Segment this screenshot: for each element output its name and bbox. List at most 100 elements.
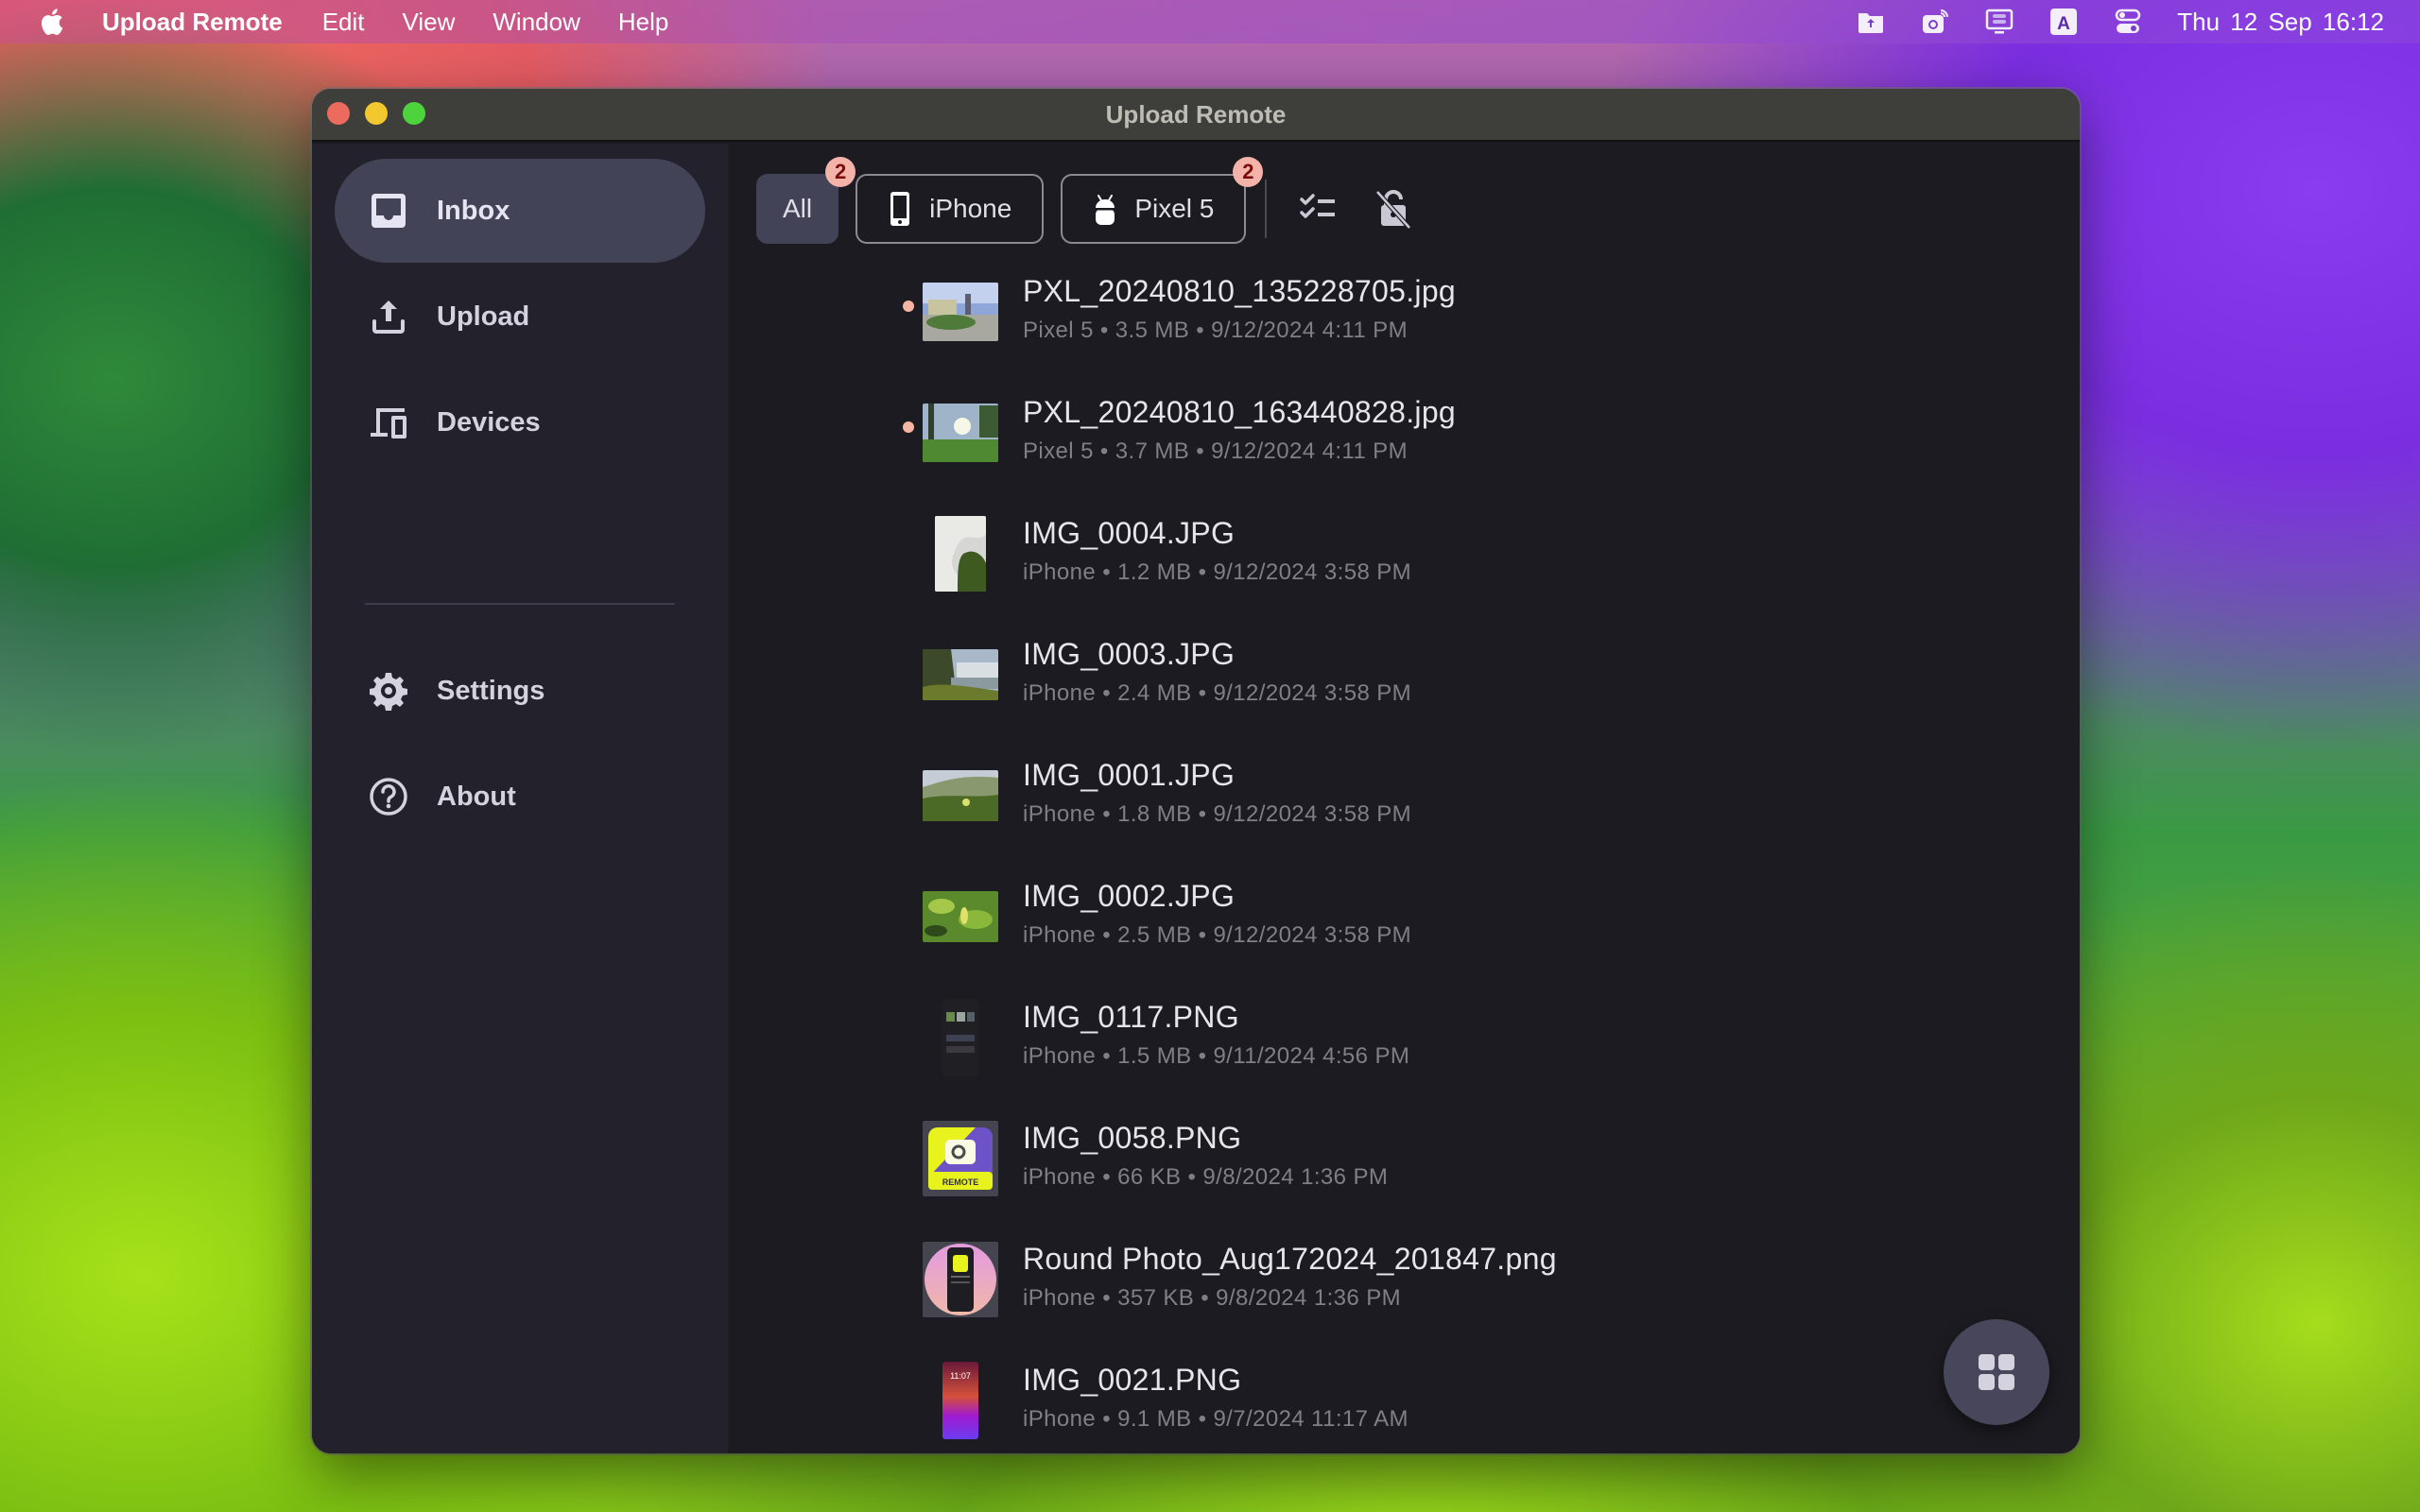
file-name: IMG_0004.JPG <box>1023 516 1236 550</box>
sidebar-item-label: Settings <box>437 675 545 706</box>
window-controls <box>327 102 425 125</box>
file-meta: iPhone • 1.5 MB • 9/11/2024 4:56 PM <box>1023 1043 1410 1069</box>
file-meta: iPhone • 9.1 MB • 9/7/2024 11:17 AM <box>1023 1406 1409 1432</box>
file-row[interactable]: PXL_20240810_163440828.jpg Pixel 5 • 3.7… <box>728 386 2080 507</box>
display-icon[interactable] <box>1982 8 2016 36</box>
apple-logo-icon[interactable] <box>38 7 64 37</box>
file-thumbnail <box>921 1240 1000 1319</box>
input-source-icon[interactable]: A <box>2047 8 2081 36</box>
file-meta: iPhone • 1.8 MB • 9/12/2024 3:58 PM <box>1023 801 1412 827</box>
title-bar[interactable]: Upload Remote <box>312 89 2080 142</box>
sidebar-divider <box>365 603 675 605</box>
grid-view-button[interactable] <box>1944 1319 2049 1425</box>
file-name: PXL_20240810_163440828.jpg <box>1023 395 1457 429</box>
unread-count-badge: 2 <box>1233 157 1264 187</box>
filter-chip-label: Pixel 5 <box>1134 194 1215 223</box>
upload-folder-icon[interactable] <box>1854 8 1888 36</box>
file-thumbnail <box>921 272 1000 352</box>
file-name: IMG_0117.PNG <box>1023 1000 1239 1034</box>
file-meta: iPhone • 2.5 MB • 9/12/2024 3:58 PM <box>1023 922 1412 948</box>
menu-bar-clock[interactable]: Thu 12 Sep 16:12 <box>2177 8 2384 37</box>
file-meta: iPhone • 1.2 MB • 9/12/2024 3:58 PM <box>1023 559 1412 585</box>
gear-icon <box>369 671 408 711</box>
filter-chip-pixel-5[interactable]: Pixel 5 2 <box>1061 157 1264 244</box>
file-meta: iPhone • 357 KB • 9/8/2024 1:36 PM <box>1023 1285 1402 1311</box>
file-meta: Pixel 5 • 3.7 MB • 9/12/2024 4:11 PM <box>1023 438 1408 464</box>
file-row[interactable]: IMG_0001.JPG iPhone • 1.8 MB • 9/12/2024… <box>728 748 2080 869</box>
svg-text:11:07: 11:07 <box>950 1371 971 1381</box>
file-name: Round Photo_Aug172024_201847.png <box>1023 1242 1557 1276</box>
sidebar: Inbox Upload Devices Settings About <box>312 144 728 1453</box>
android-icon <box>1093 191 1117 227</box>
sidebar-item-upload[interactable]: Upload <box>335 265 705 369</box>
file-list: PXL_20240810_135228705.jpg Pixel 5 • 3.5… <box>728 265 2080 1453</box>
window-title: Upload Remote <box>1105 99 1287 129</box>
svg-text:REMOTE: REMOTE <box>942 1177 979 1187</box>
svg-text:A: A <box>2057 14 2070 34</box>
main-content: All 2 iPhone Pixel 5 2 PXL_20240810_1352… <box>728 144 2080 1453</box>
file-thumbnail <box>921 393 1000 472</box>
unread-dot <box>903 301 914 312</box>
unread-count-badge: 2 <box>825 157 856 187</box>
file-thumbnail <box>921 514 1000 593</box>
filter-chip-iphone[interactable]: iPhone <box>856 174 1045 244</box>
devices-icon <box>369 403 408 442</box>
file-thumbnail <box>921 635 1000 714</box>
file-row[interactable]: Round Photo_Aug172024_201847.png iPhone … <box>728 1232 2080 1353</box>
menu-bar: Upload Remote Edit View Window Help A Th… <box>0 0 2420 43</box>
sidebar-item-settings[interactable]: Settings <box>335 639 705 743</box>
file-row[interactable]: 11:07 IMG_0021.PNG iPhone • 9.1 MB • 9/7… <box>728 1353 2080 1453</box>
sidebar-item-label: Upload <box>437 301 530 332</box>
filter-chip-all[interactable]: All 2 <box>756 157 856 244</box>
menu-app-name[interactable]: Upload Remote <box>102 8 283 37</box>
file-row[interactable]: IMG_0117.PNG iPhone • 1.5 MB • 9/11/2024… <box>728 990 2080 1111</box>
menu-help[interactable]: Help <box>618 8 668 37</box>
sidebar-item-about[interactable]: About <box>335 745 705 849</box>
file-row[interactable]: IMG_0004.JPG iPhone • 1.2 MB • 9/12/2024… <box>728 507 2080 627</box>
help-circle-icon <box>369 777 408 816</box>
file-name: IMG_0002.JPG <box>1023 879 1236 913</box>
filter-chip-label: iPhone <box>929 194 1012 223</box>
file-row[interactable]: IMG_0002.JPG iPhone • 2.5 MB • 9/12/2024… <box>728 869 2080 990</box>
app-window: Upload Remote Inbox Upload Devices Setti… <box>312 89 2080 1453</box>
control-center-icon[interactable] <box>2111 8 2145 36</box>
iphone-icon <box>888 191 912 227</box>
remote-camera-icon[interactable] <box>1918 8 1952 36</box>
menu-view[interactable]: View <box>403 8 456 37</box>
file-name: IMG_0001.JPG <box>1023 758 1236 792</box>
unread-dot <box>903 421 914 433</box>
upload-icon <box>369 297 408 336</box>
file-meta: Pixel 5 • 3.5 MB • 9/12/2024 4:11 PM <box>1023 318 1408 343</box>
file-name: IMG_0021.PNG <box>1023 1363 1242 1397</box>
device-filter-bar: All 2 iPhone Pixel 5 2 <box>756 157 1446 244</box>
menu-edit[interactable]: Edit <box>322 8 365 37</box>
close-window-button[interactable] <box>327 102 350 125</box>
file-thumbnail: REMOTE <box>921 1119 1000 1198</box>
file-meta: iPhone • 66 KB • 9/8/2024 1:36 PM <box>1023 1164 1389 1190</box>
file-meta: iPhone • 2.4 MB • 9/12/2024 3:58 PM <box>1023 680 1412 706</box>
file-thumbnail <box>921 877 1000 956</box>
filter-chip-label: All <box>783 194 813 223</box>
sidebar-item-label: About <box>437 781 516 812</box>
select-list-icon[interactable] <box>1295 186 1340 232</box>
sidebar-item-label: Devices <box>437 406 541 438</box>
inbox-icon <box>369 191 408 231</box>
file-name: IMG_0058.PNG <box>1023 1121 1242 1155</box>
unlock-off-icon[interactable] <box>1371 186 1416 232</box>
minimize-window-button[interactable] <box>365 102 388 125</box>
file-row[interactable]: REMOTE IMG_0058.PNG iPhone • 66 KB • 9/8… <box>728 1111 2080 1232</box>
file-thumbnail <box>921 998 1000 1077</box>
grid-view-icon <box>1979 1354 2014 1390</box>
sidebar-item-label: Inbox <box>437 195 510 226</box>
zoom-window-button[interactable] <box>403 102 425 125</box>
file-name: IMG_0003.JPG <box>1023 637 1236 671</box>
file-thumbnail <box>921 756 1000 835</box>
file-name: PXL_20240810_135228705.jpg <box>1023 274 1457 308</box>
toolbar-separator <box>1265 180 1268 238</box>
file-row[interactable]: PXL_20240810_135228705.jpg Pixel 5 • 3.5… <box>728 265 2080 386</box>
sidebar-item-inbox[interactable]: Inbox <box>335 159 705 263</box>
file-row[interactable]: IMG_0003.JPG iPhone • 2.4 MB • 9/12/2024… <box>728 627 2080 748</box>
menu-window[interactable]: Window <box>493 8 579 37</box>
file-thumbnail: 11:07 <box>921 1361 1000 1440</box>
sidebar-item-devices[interactable]: Devices <box>335 370 705 474</box>
